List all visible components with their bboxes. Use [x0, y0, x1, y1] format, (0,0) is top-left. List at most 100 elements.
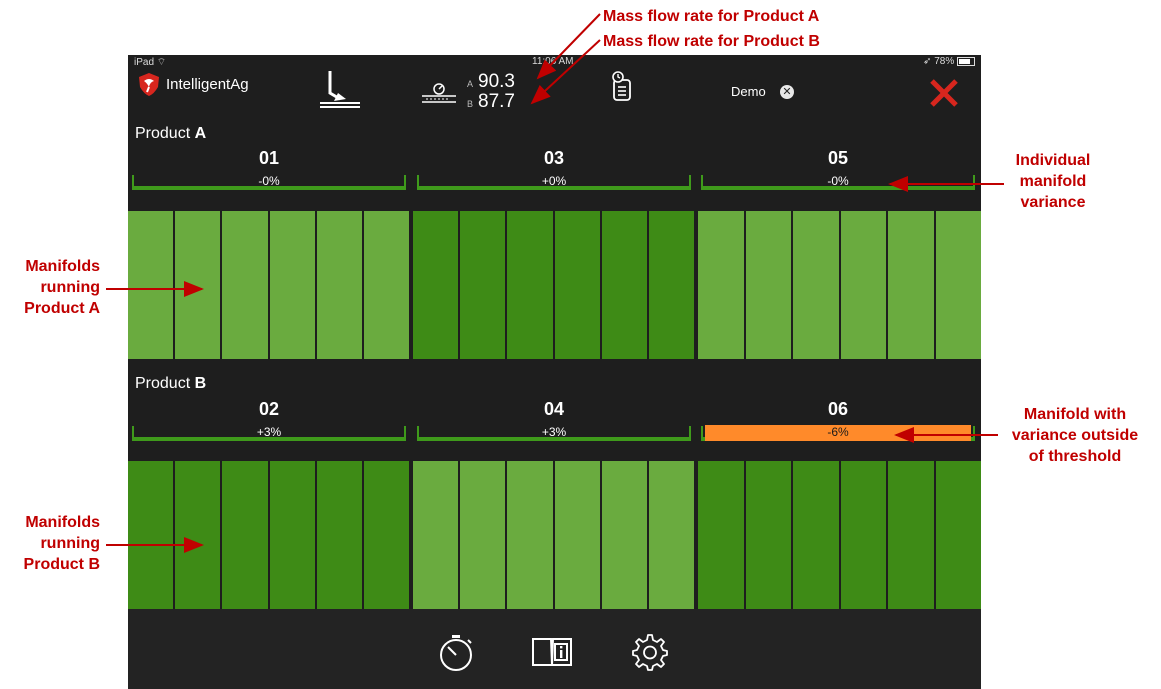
boom-section[interactable] [316, 211, 362, 359]
annotation-variance-line-1: Individual [1015, 152, 1091, 169]
annotation-threshold-line-1: Manifold with [1023, 406, 1127, 423]
flow-a-value: 90.3 [478, 71, 515, 92]
boom-section[interactable] [698, 461, 744, 609]
battery-icon [957, 56, 975, 66]
product-a-letter: A [194, 125, 207, 142]
boom-section[interactable] [648, 461, 695, 609]
boom-section[interactable] [935, 211, 981, 359]
manual-info-icon[interactable] [531, 635, 573, 669]
flow-a-letter: A [467, 79, 474, 89]
boom-section[interactable] [840, 211, 886, 359]
boom-arm-icon[interactable] [318, 69, 364, 109]
boom-section[interactable] [269, 461, 315, 609]
boom-section[interactable] [128, 211, 174, 359]
manifold-06-header[interactable]: 06 -6% [699, 399, 977, 441]
boom-section[interactable] [413, 461, 459, 609]
close-icon[interactable] [928, 77, 960, 109]
annotation-running-a-line-2: running [40, 279, 100, 296]
boom-section[interactable] [648, 211, 695, 359]
boom-section[interactable] [888, 211, 934, 359]
annotation-flow-b: Mass flow rate for Product B [603, 33, 820, 50]
product-b-word: Product [135, 375, 191, 392]
boom-section[interactable] [745, 461, 791, 609]
manifold-05-header[interactable]: 05 -0% [699, 148, 977, 190]
manifold-variance: +3% [256, 425, 282, 439]
boom-section[interactable] [935, 461, 981, 609]
annotation-running-b: Manifolds running Product B [0, 512, 100, 575]
battery-percent: 78% [934, 56, 955, 67]
manifold-number: 02 [258, 399, 280, 419]
user-name: Demo [731, 84, 766, 99]
annotation-threshold-line-2: variance outside [1011, 427, 1139, 444]
boom-section[interactable] [222, 211, 268, 359]
product-b-label: Product B [135, 375, 206, 393]
boom-section[interactable] [554, 461, 600, 609]
manifold-04-sections[interactable] [413, 461, 695, 609]
status-time: 11:06 AM [532, 56, 574, 67]
manifold-variance: -6% [827, 425, 849, 439]
brand-name: IntelligentAg [166, 75, 249, 93]
stopwatch-icon[interactable] [438, 633, 476, 673]
annotation-running-a: Manifolds running Product A [0, 256, 100, 319]
boom-section[interactable] [601, 461, 647, 609]
clear-icon[interactable]: ✕ [780, 85, 794, 99]
manifold-01-sections[interactable] [128, 211, 410, 359]
manifold-02-header[interactable]: 02 +3% [130, 399, 408, 441]
boom-section[interactable] [793, 211, 839, 359]
manifold-05-sections[interactable] [698, 211, 981, 359]
manifold-number: 05 [827, 148, 849, 168]
brand: IntelligentAg [136, 71, 249, 97]
boom-section[interactable] [793, 461, 839, 609]
annotation-running-a-line-3: Product A [24, 300, 100, 317]
manifold-number: 06 [827, 399, 849, 419]
status-battery: ➶ 78% [923, 56, 975, 67]
settings-gear-icon[interactable] [631, 633, 669, 671]
boom-section[interactable] [269, 211, 315, 359]
manifold-03-header[interactable]: 03 +0% [415, 148, 693, 190]
boom-section[interactable] [507, 211, 553, 359]
boom-section[interactable] [175, 461, 221, 609]
boom-section[interactable] [128, 461, 174, 609]
boom-section[interactable] [888, 461, 934, 609]
annotation-running-b-line-1: Manifolds [25, 514, 100, 531]
annotation-flow-a: Mass flow rate for Product A [603, 8, 820, 25]
boom-section[interactable] [363, 211, 410, 359]
flow-rate-icon [422, 83, 456, 103]
flow-rate-display: A 90.3 B 87.7 [420, 71, 540, 115]
manifold-02-sections[interactable] [128, 461, 410, 609]
boom-section[interactable] [175, 211, 221, 359]
manifold-01-header[interactable]: 01 -0% [130, 148, 408, 190]
boom-section[interactable] [363, 461, 410, 609]
flow-b-letter: B [467, 99, 474, 109]
manifold-04-header[interactable]: 04 +3% [415, 399, 693, 441]
boom-section[interactable] [222, 461, 268, 609]
boom-section[interactable] [413, 211, 459, 359]
boom-section[interactable] [601, 211, 647, 359]
manifold-number: 03 [543, 148, 565, 168]
boom-section[interactable] [554, 211, 600, 359]
annotation-variance-line-3: variance [1020, 194, 1086, 211]
wifi-icon: ⌔ [156, 57, 167, 68]
device-label: iPad [134, 57, 155, 68]
boom-section[interactable] [460, 461, 506, 609]
annotation-threshold: Manifold with variance outside of thresh… [990, 404, 1160, 467]
status-device: iPad ⌔ [134, 56, 166, 69]
annotation-variance-line-2: manifold [1019, 173, 1087, 190]
boom-section[interactable] [460, 211, 506, 359]
location-icon: ➶ [923, 56, 932, 67]
boom-section[interactable] [840, 461, 886, 609]
boom-section[interactable] [745, 211, 791, 359]
manifold-06-sections[interactable] [698, 461, 981, 609]
log-report-icon[interactable] [610, 70, 634, 102]
manifold-variance: -0% [827, 174, 849, 188]
flow-b-value: 87.7 [478, 91, 515, 112]
annotation-variance: Individual manifold variance [998, 150, 1108, 213]
boom-section[interactable] [698, 211, 744, 359]
manifold-variance: +3% [541, 425, 567, 439]
boom-section[interactable] [507, 461, 553, 609]
manifold-03-sections[interactable] [413, 211, 695, 359]
boom-section[interactable] [316, 461, 362, 609]
annotation-running-a-line-1: Manifolds [25, 258, 100, 275]
product-a-label: Product A [135, 125, 206, 143]
product-a-word: Product [135, 125, 191, 142]
